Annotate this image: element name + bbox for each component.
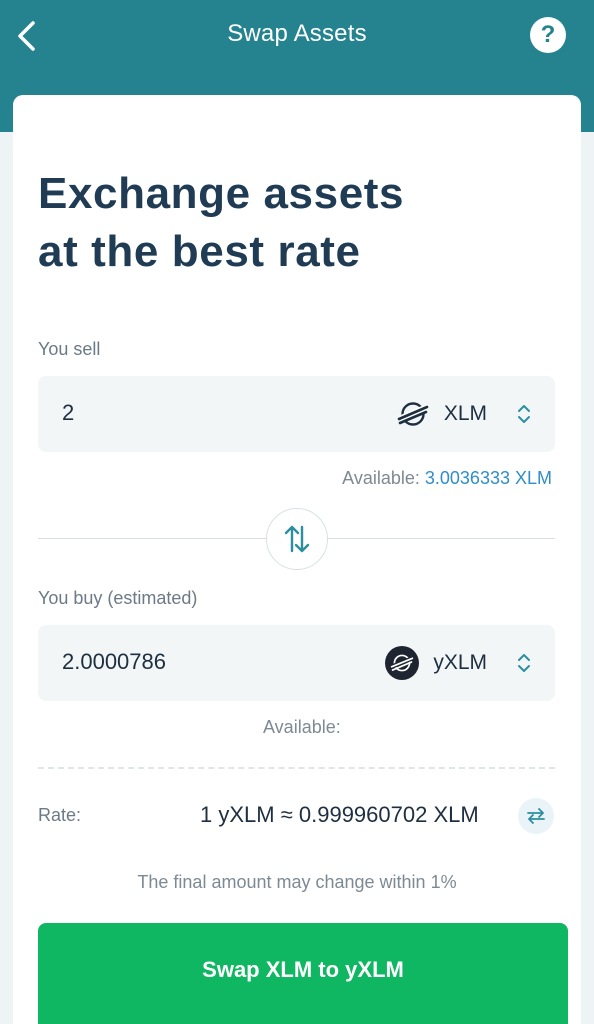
slippage-note: The final amount may change within 1% <box>137 872 457 892</box>
rate-label: Rate: <box>38 805 82 825</box>
page-title: Swap Assets <box>227 20 367 47</box>
sell-available-label: Available: <box>342 468 420 488</box>
sell-asset-selector[interactable]: XLM <box>396 396 531 432</box>
rate-value: 1 yXLM ≈ 0.999960702 XLM <box>200 802 479 827</box>
chevron-up-down-icon <box>517 651 531 675</box>
buy-available: Available: <box>263 717 341 738</box>
swap-horizontal-icon <box>527 808 545 824</box>
buy-field[interactable]: 2.0000786 yXLM <box>38 625 555 701</box>
rate-invert-button[interactable] <box>518 798 554 834</box>
sell-available: Available: 3.0036333 XLM <box>342 468 552 489</box>
swap-arrows-icon <box>284 525 310 553</box>
help-button[interactable]: ? <box>530 17 566 53</box>
yxlm-logo-icon <box>385 646 420 680</box>
sell-field[interactable]: 2 XLM <box>38 376 555 452</box>
headline-line-1: Exchange assets <box>38 169 405 218</box>
buy-asset-code: yXLM <box>433 651 487 674</box>
swap-button[interactable]: Swap XLM to yXLM <box>38 923 568 1024</box>
sell-amount-input[interactable]: 2 <box>62 400 74 426</box>
buy-amount: 2.0000786 <box>62 649 166 674</box>
sell-label: You sell <box>38 339 101 359</box>
chevron-up-down-icon <box>517 402 531 426</box>
headline: Exchange assets at the best rate <box>38 165 558 281</box>
swap-direction-button[interactable] <box>266 508 328 570</box>
sell-available-value[interactable]: 3.0036333 XLM <box>425 468 552 488</box>
dashed-separator <box>38 767 555 769</box>
swap-button-label: Swap XLM to yXLM <box>202 957 404 982</box>
buy-asset-selector[interactable]: yXLM <box>385 645 531 681</box>
buy-available-label: Available: <box>263 717 341 737</box>
headline-line-2: at the best rate <box>38 227 361 276</box>
swap-card: Exchange assets at the best rate You sel… <box>13 95 581 1024</box>
buy-label: You buy (estimated) <box>38 588 198 608</box>
sell-asset-code: XLM <box>443 402 487 425</box>
stellar-logo-icon <box>396 397 430 431</box>
